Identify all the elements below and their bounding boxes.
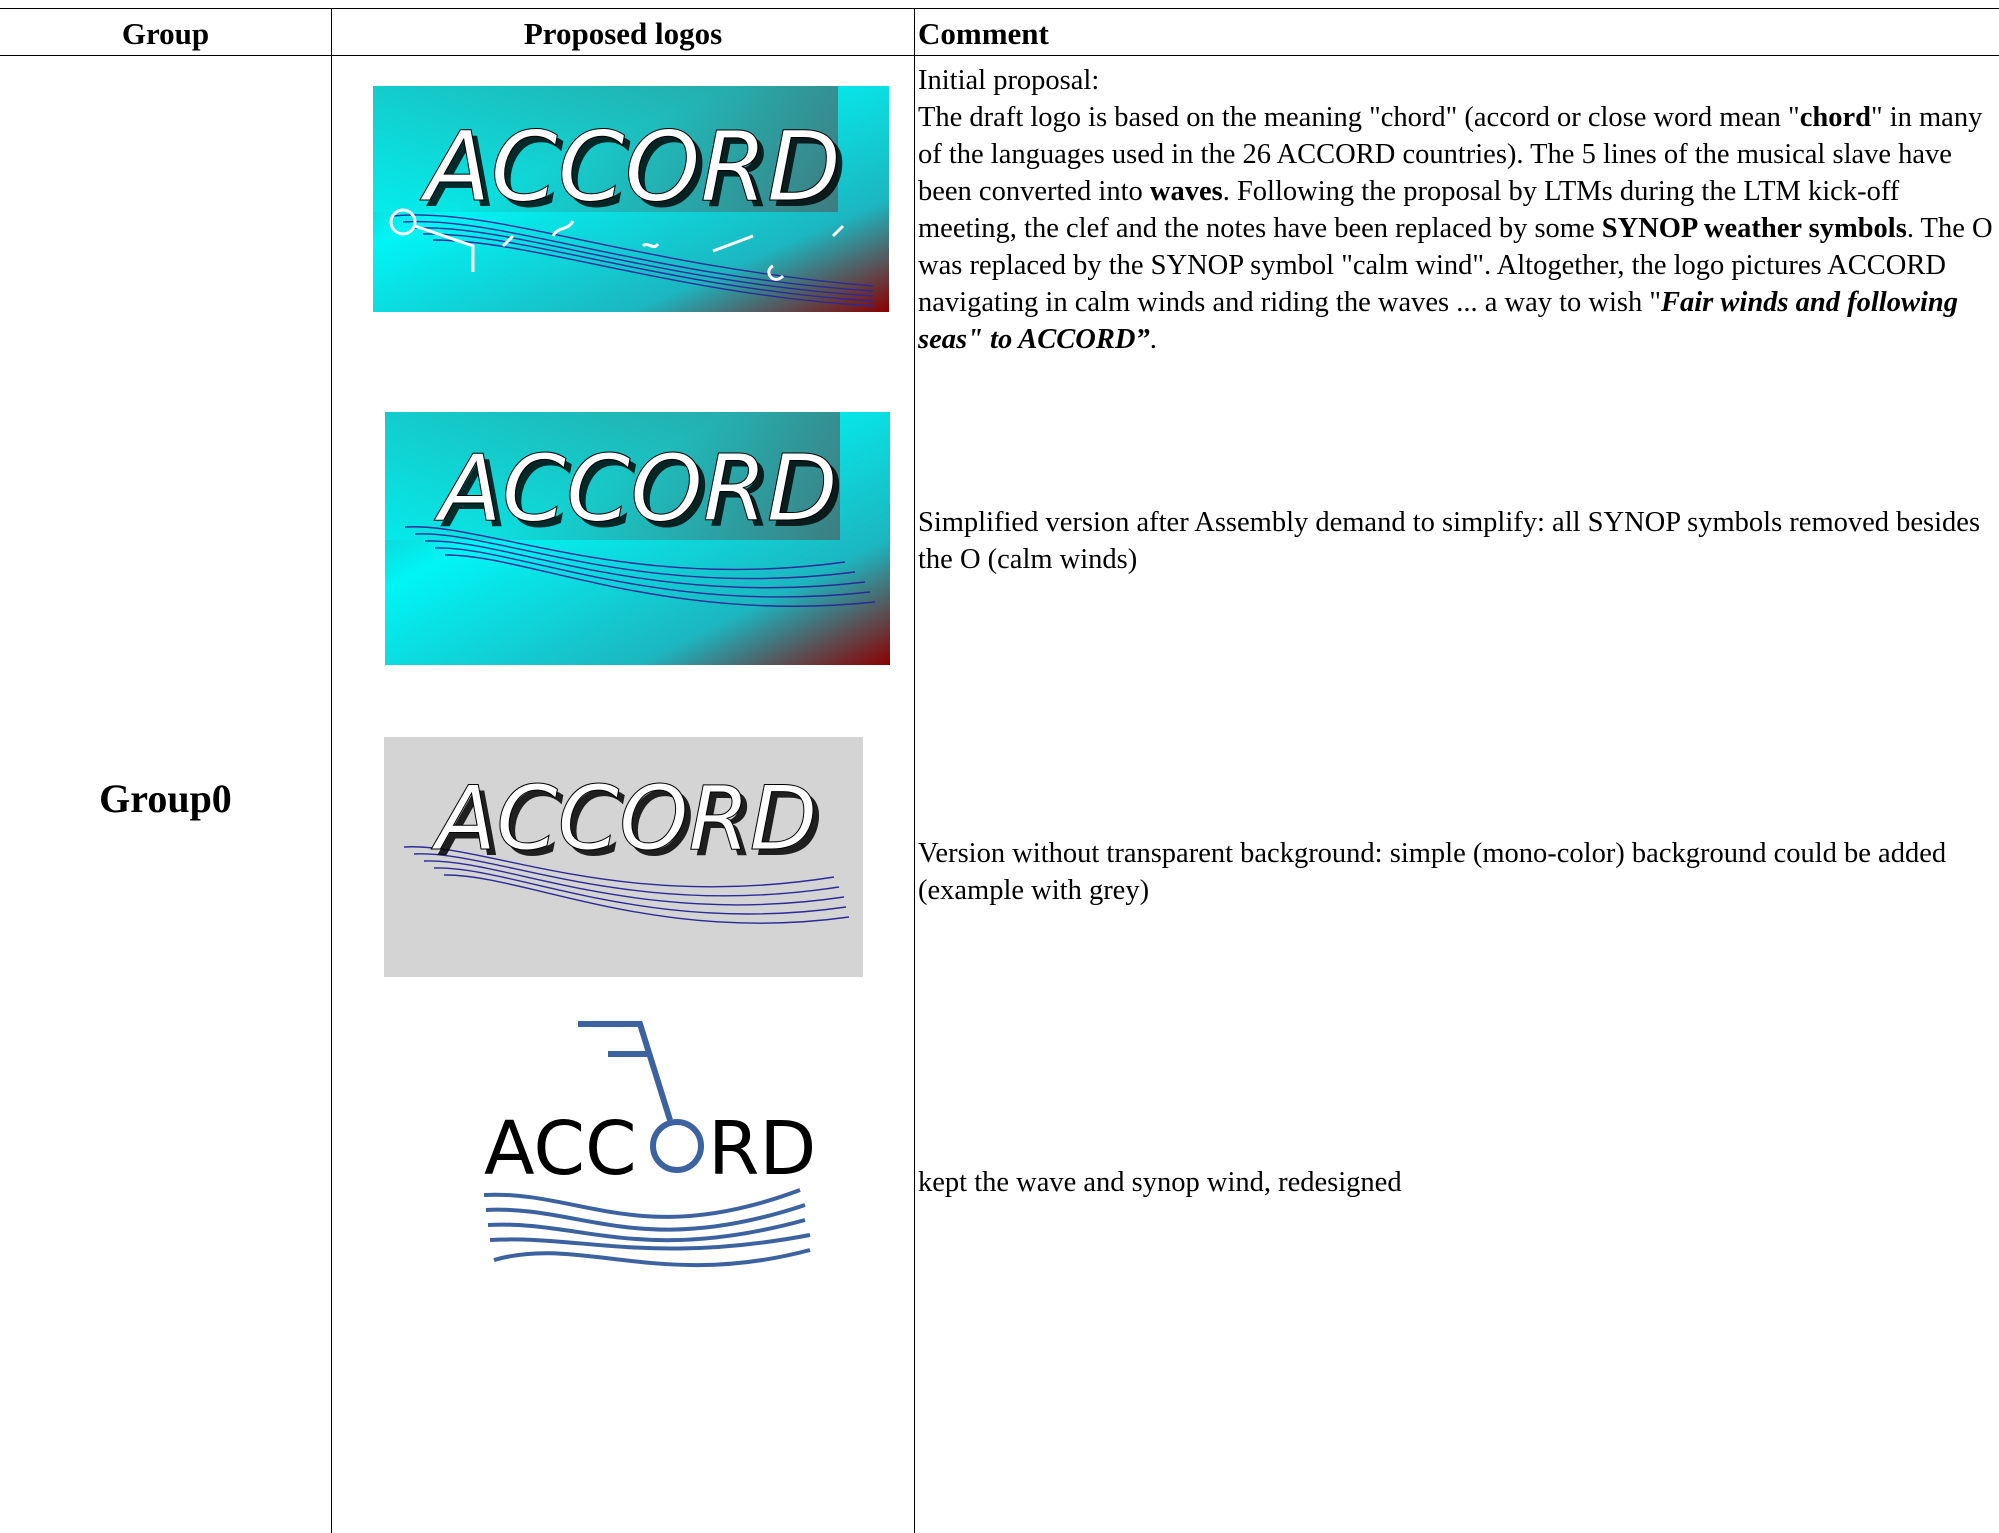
comment-simplified: Simplified version after Assembly demand…: [918, 507, 1981, 575]
logo-redesigned: ACC RD: [480, 1020, 820, 1290]
svg-text:RD: RD: [708, 1106, 816, 1192]
group-name: Group0: [99, 776, 232, 821]
logo-simplified: ACCORD ACCORD: [385, 412, 890, 665]
svg-text:ACC: ACC: [484, 1106, 637, 1192]
logo-grey-background: ACCORD ACCORD: [384, 737, 863, 977]
svg-text:ACCORD: ACCORD: [431, 767, 817, 870]
svg-text:ACCORD: ACCORD: [419, 111, 841, 223]
comment-initial-proposal: Initial proposal: The draft logo is base…: [918, 65, 1993, 355]
comment-redesigned: kept the wave and synop wind, redesigned: [918, 1167, 1402, 1198]
header-group: Group: [121, 16, 210, 51]
logo-initial-proposal: ACCORD ACCORD: [373, 86, 889, 312]
logo4-waves-icon: [483, 1188, 811, 1268]
column-divider-2: [914, 8, 915, 1533]
svg-text:ACCORD: ACCORD: [434, 435, 838, 542]
comment-grey-background: Version without transparent background: …: [918, 838, 1947, 906]
header-proposed-logos: Proposed logos: [523, 16, 723, 51]
table-top-border: [0, 8, 1999, 9]
column-divider-1: [331, 8, 332, 1533]
comment-initial-line0: Initial proposal:: [918, 65, 1100, 96]
header-comment: Comment: [918, 16, 1049, 51]
logo2-accord-text: ACCORD ACCORD: [434, 435, 844, 549]
logo1-accord-text: ACCORD ACCORD: [419, 111, 847, 230]
logo3-accord-text: ACCORD ACCORD: [431, 767, 824, 877]
